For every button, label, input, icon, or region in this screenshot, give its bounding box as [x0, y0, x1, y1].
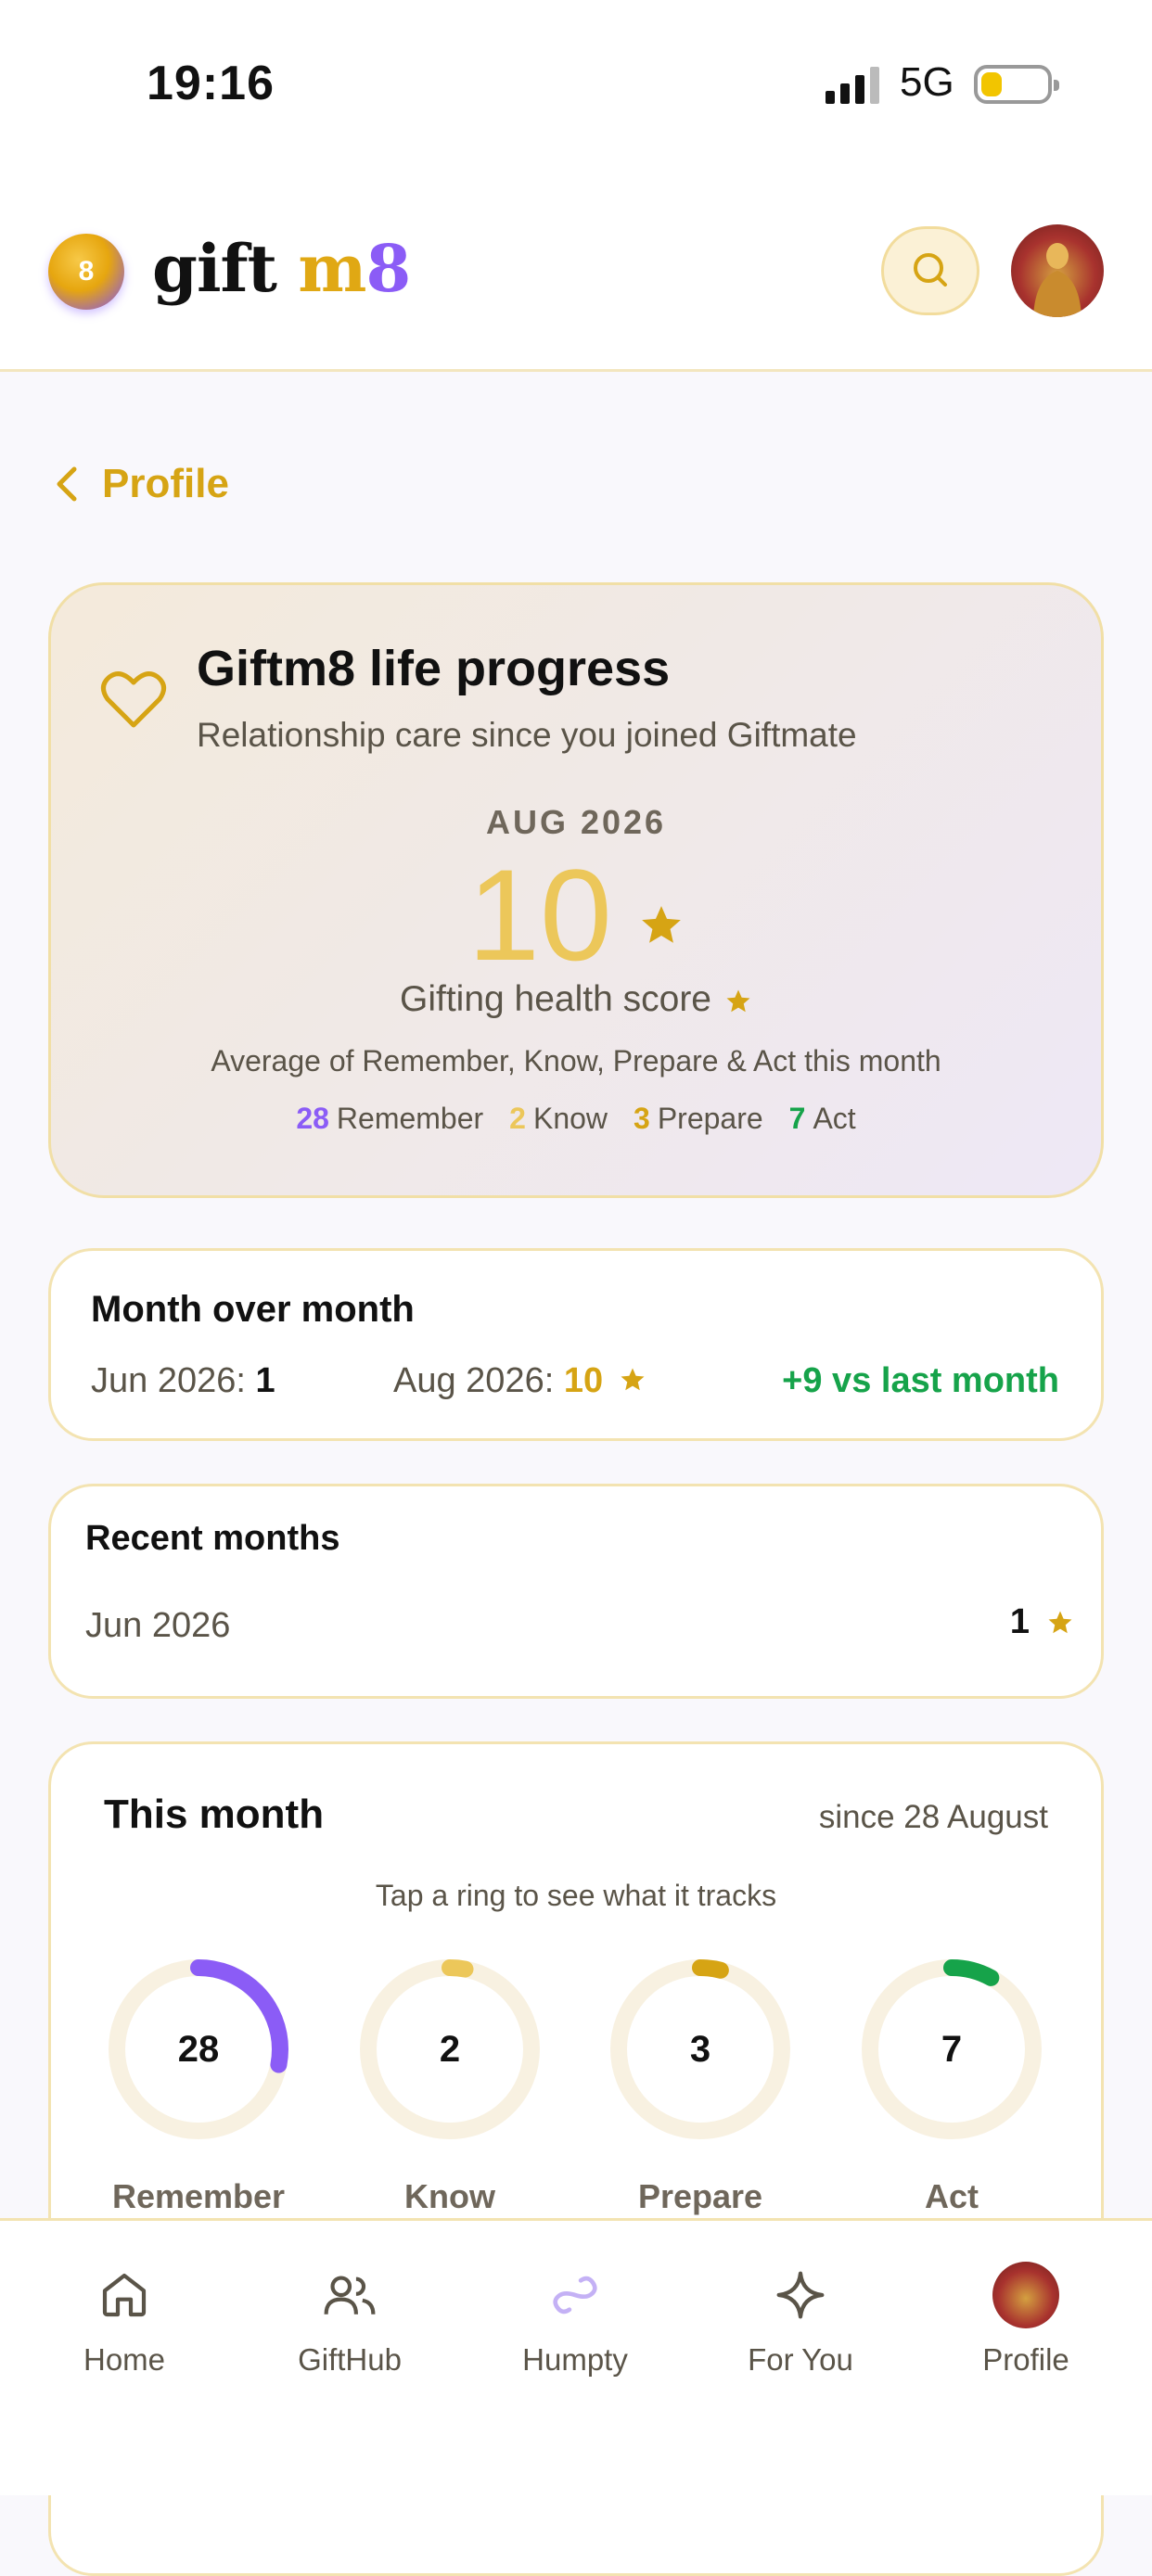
star-icon — [1048, 1611, 1072, 1633]
brand-gift: gift — [152, 230, 277, 307]
brand-m: m — [298, 230, 366, 307]
recent-row-value: 1 — [1010, 1602, 1074, 1642]
ring-act[interactable]: 7 — [859, 1957, 1044, 2142]
mom-prev-value: 1 — [255, 1361, 275, 1400]
progress-subtitle: Relationship care since you joined Giftm… — [197, 716, 857, 754]
score-legend: 28 Remember 2 Know 3 Prepare 7 Act — [0, 1102, 1152, 1136]
avatar-figure-icon — [1033, 243, 1082, 317]
mom-title: Month over month — [91, 1289, 415, 1330]
home-icon — [102, 2273, 147, 2317]
sparkle-icon — [776, 2271, 825, 2319]
mom-curr-value: 10 — [563, 1361, 604, 1400]
mom-previous: Jun 2026: 1 — [91, 1361, 275, 1401]
nav-profile-label: Profile — [982, 2342, 1069, 2377]
legend-remember-value: 28 — [296, 1102, 329, 1135]
avatar — [992, 2262, 1059, 2328]
recent-title: Recent months — [85, 1519, 340, 1558]
ring-prepare[interactable]: 3 — [608, 1957, 793, 2142]
battery-icon — [974, 65, 1059, 104]
score-display: 10 — [0, 846, 1152, 985]
nav-for-you[interactable]: For You — [708, 2263, 893, 2378]
nav-humpty-label: Humpty — [522, 2342, 628, 2377]
star-icon — [621, 1368, 645, 1391]
logo-badge: 8 — [78, 256, 95, 287]
users-icon — [324, 2276, 376, 2315]
progress-month: AUG 2026 — [485, 803, 667, 841]
logo-icon[interactable]: 8 — [48, 234, 124, 310]
mom-prev-label: Jun 2026: — [91, 1361, 246, 1400]
ring-value: 7 — [941, 2029, 963, 2070]
legend-prepare-label: Prepare — [657, 1102, 763, 1135]
legend-know: 2 Know — [509, 1102, 608, 1136]
legend-act: 7 Act — [789, 1102, 856, 1136]
ring-value: 28 — [177, 2029, 220, 2070]
health-label-row: Gifting health score — [0, 979, 1152, 1020]
nav-home[interactable]: Home — [32, 2263, 217, 2378]
mom-curr-label: Aug 2026: — [393, 1361, 555, 1400]
progress-title: Giftm8 life progress — [197, 641, 671, 696]
average-note: Average of Remember, Know, Prepare & Act… — [211, 1044, 941, 1078]
score-value: 10 — [467, 842, 612, 988]
mom-difference: +9 vs last month — [782, 1361, 1059, 1400]
legend-act-value: 7 — [788, 1102, 806, 1135]
legend-act-label: Act — [813, 1102, 856, 1135]
ring-know[interactable]: 2 — [357, 1957, 543, 2142]
heart-icon — [101, 671, 166, 728]
brand-wordmark[interactable]: gift m8 — [152, 230, 411, 307]
ring-label: Prepare — [637, 2177, 763, 2215]
signal-icon — [826, 67, 879, 104]
back-button[interactable]: Profile — [56, 456, 229, 512]
nav-profile[interactable]: Profile — [933, 2262, 1119, 2378]
chevron-left-icon — [57, 466, 77, 502]
nav-humpty[interactable]: Humpty — [482, 2263, 668, 2378]
ring-remember[interactable]: 28 — [106, 1957, 291, 2142]
legend-remember: 28 Remember — [296, 1102, 483, 1136]
infinity-icon — [553, 2276, 597, 2315]
search-icon — [914, 253, 947, 287]
legend-prepare: 3 Prepare — [634, 1102, 763, 1136]
recent-months-card — [48, 1484, 1104, 1699]
ring-label: Remember — [111, 2177, 286, 2215]
recent-row-month: Jun 2026 — [85, 1606, 231, 1645]
legend-prepare-value: 3 — [634, 1102, 650, 1135]
nav-home-label: Home — [83, 2342, 166, 2377]
legend-know-value: 2 — [509, 1102, 526, 1135]
avatar[interactable] — [1011, 224, 1104, 317]
search-button[interactable] — [881, 226, 979, 315]
star-icon — [726, 989, 750, 1012]
ring-label: Act — [924, 2177, 979, 2215]
this-month-title: This month — [104, 1792, 325, 1837]
brand-8: 8 — [365, 230, 411, 307]
nav-gifthub-label: GiftHub — [298, 2342, 402, 2377]
month-over-month-card — [48, 1248, 1104, 1441]
ring-label: Know — [404, 2177, 495, 2215]
status-time: 19:16 — [147, 57, 275, 110]
ring-value: 3 — [689, 2029, 711, 2070]
recent-row-score: 1 — [1009, 1602, 1030, 1641]
network-label: 5G — [900, 59, 954, 105]
nav-gifthub[interactable]: GiftHub — [257, 2263, 442, 2378]
star-icon — [642, 906, 681, 943]
legend-know-label: Know — [532, 1102, 608, 1135]
this-month-since: since 28 August — [818, 1799, 1048, 1835]
mom-current: Aug 2026: 10 — [393, 1361, 646, 1401]
back-label: Profile — [102, 461, 229, 506]
health-label: Gifting health score — [399, 979, 711, 1019]
this-month-hint: Tap a ring to see what it tracks — [375, 1879, 777, 1912]
nav-for-you-label: For You — [748, 2342, 853, 2377]
ring-value: 2 — [439, 2029, 461, 2070]
legend-remember-label: Remember — [336, 1102, 484, 1135]
